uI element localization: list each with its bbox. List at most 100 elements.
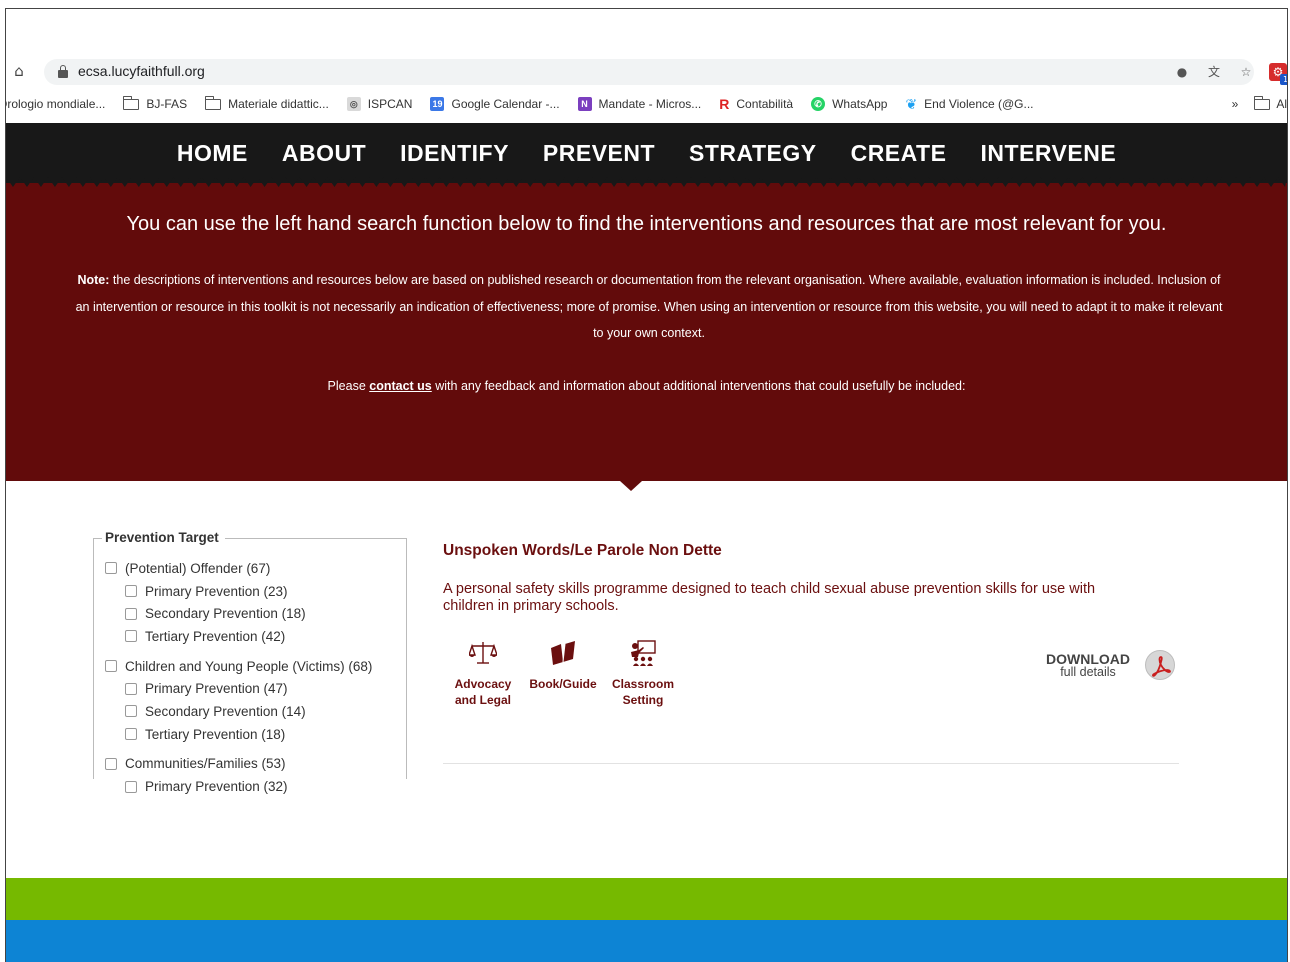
bookmarks-overflow-area: » Al [1232,91,1287,117]
filter-option[interactable]: Primary Prevention (47) [105,677,372,700]
note-text: the descriptions of interventions and re… [75,273,1223,340]
checkbox[interactable] [105,757,117,770]
bookmark-item[interactable]: BJ-FAS [123,95,188,111]
bookmark-item[interactable]: ✆ WhatsApp [811,97,887,111]
checkbox[interactable] [125,780,137,793]
whatsapp-icon: ✆ [811,97,826,111]
nav-strategy[interactable]: STRATEGY [689,140,817,167]
bookmarks-overflow-button[interactable]: » [1232,97,1239,111]
filter-option[interactable]: Tertiary Prevention (42) [105,625,372,648]
extension-badge-icon[interactable]: ⚙ 1 [1269,63,1287,85]
bookmark-label: BJ-FAS [146,97,188,111]
prevention-target-filter: Prevention Target (Potential) Offender (… [93,530,407,794]
nav-create[interactable]: CREATE [851,140,947,167]
bookmark-item[interactable]: ❦ End Violence (@G... [905,96,1033,113]
tag-label: Advocacy and Legal [454,677,512,707]
bookmark-item[interactable]: N Mandate - Micros... [577,97,702,111]
checkbox[interactable] [125,630,137,643]
filter-list: (Potential) Offender (67) Primary Preven… [105,557,372,798]
tag-book-guide: Book/Guide [523,640,603,708]
nav-intervene[interactable]: INTERVENE [980,140,1116,167]
bookmark-label: Mandate - Micros... [598,97,702,111]
folder-icon [1254,95,1271,110]
nav-about[interactable]: ABOUT [282,140,366,167]
bookmark-item[interactable]: 19 Google Calendar -... [430,97,560,111]
contact-prefix: Please [327,379,370,393]
nav-zigzag-edge [6,177,1287,187]
nav-identify[interactable]: IDENTIFY [400,140,509,167]
checkbox[interactable] [125,705,137,718]
filter-option[interactable]: Primary Prevention (23) [105,580,372,603]
other-bookmarks-button[interactable]: Al [1254,95,1287,111]
hero-note: Note: the descriptions of interventions … [74,267,1224,347]
tag-label: Book/Guide [529,677,597,691]
extension-blocker-icon[interactable]: ● [1173,63,1191,81]
filter-option-label: Secondary Prevention (18) [145,606,306,622]
hero-banner: You can use the left hand search functio… [6,183,1287,481]
filter-option-label: Tertiary Prevention (42) [145,628,286,644]
bookmark-star-icon[interactable]: ☆ [1237,63,1255,81]
filter-option[interactable]: Tertiary Prevention (18) [105,723,372,746]
bookmark-item[interactable]: ◎ ISPCAN [346,97,413,111]
filter-option[interactable]: Secondary Prevention (14) [105,700,372,723]
checkbox[interactable] [125,682,137,695]
filter-option[interactable]: (Potential) Offender (67) [105,557,372,580]
nav-prevent[interactable]: PREVENT [543,140,655,167]
tag-classroom: Classroom Setting [603,640,683,708]
onenote-icon: N [577,97,592,111]
checkbox[interactable] [105,660,117,673]
download-button[interactable]: DOWNLOAD full details [1046,650,1175,680]
filter-legend: Prevention Target [102,530,225,545]
extension-icons: ● 文 ☆ ⚙ 1 [1173,59,1287,85]
hero-arrow [620,481,642,491]
scales-icon [469,642,497,664]
checkbox[interactable] [125,728,137,741]
translate-icon[interactable]: 文 [1205,63,1223,81]
other-bookmarks-label: Al [1276,97,1287,111]
bookmark-label: Contabilità [736,97,794,111]
lock-icon[interactable] [58,65,68,78]
browser-toolbar: ⌂ ecsa.lucyfaithfull.org ● 文 ☆ ⚙ 1 [6,57,1287,87]
bookmark-item[interactable]: Orologio mondiale... [5,97,106,111]
checkbox[interactable] [125,607,137,620]
filter-option[interactable]: Communities/Families (53) [105,753,372,776]
filter-option-label: Secondary Prevention (14) [145,703,306,719]
hero-contact: Please contact us with any feedback and … [6,379,1287,393]
bookmark-label: Orologio mondiale... [5,97,106,111]
filter-option-label: Tertiary Prevention (18) [145,726,286,742]
twitter-icon: ❦ [905,95,918,112]
r-icon: R [719,96,730,112]
address-bar[interactable]: ecsa.lucyfaithfull.org [44,59,1254,85]
result-title[interactable]: Unspoken Words/Le Parole Non Dette [443,542,1179,560]
book-icon [551,641,575,665]
filter-option[interactable]: Children and Young People (Victims) (68) [105,655,372,678]
classroom-icon [631,640,656,666]
footer-green-band [6,878,1287,920]
browser-tabstrip [6,9,1287,57]
nav-home[interactable]: HOME [177,140,248,167]
browser-window: ⌂ ecsa.lucyfaithfull.org ● 文 ☆ ⚙ 1 Orolog… [5,8,1288,962]
bookmark-label: Google Calendar -... [451,97,560,111]
filter-option-label: Children and Young People (Victims) (68) [125,658,373,674]
url-text[interactable]: ecsa.lucyfaithfull.org [78,63,205,79]
bookmark-label: ISPCAN [367,97,413,111]
pdf-icon[interactable] [1145,650,1175,680]
bookmark-item[interactable]: R Contabilità [719,96,793,112]
tag-advocacy: Advocacy and Legal [443,640,523,708]
contact-us-link[interactable]: contact us [369,379,432,393]
main-nav: HOME ABOUT IDENTIFY PREVENT STRATEGY CRE… [6,123,1287,183]
bookmark-label: End Violence (@G... [924,97,1034,111]
contact-suffix: with any feedback and information about … [431,379,966,393]
home-icon[interactable]: ⌂ [10,62,28,80]
filter-option[interactable]: Primary Prevention (32) [105,775,372,798]
checkbox[interactable] [125,585,137,598]
bookmark-item[interactable]: Materiale didattic... [205,95,329,111]
extension-badge-count: 1 [1280,74,1287,85]
result-card: Unspoken Words/Le Parole Non Dette A per… [443,542,1179,764]
tag-label: Classroom Setting [611,677,675,707]
filter-option-label: Primary Prevention (47) [145,681,288,697]
bookmark-label: Materiale didattic... [228,97,329,111]
checkbox[interactable] [105,562,117,575]
folder-icon [123,95,140,110]
filter-option[interactable]: Secondary Prevention (18) [105,602,372,625]
